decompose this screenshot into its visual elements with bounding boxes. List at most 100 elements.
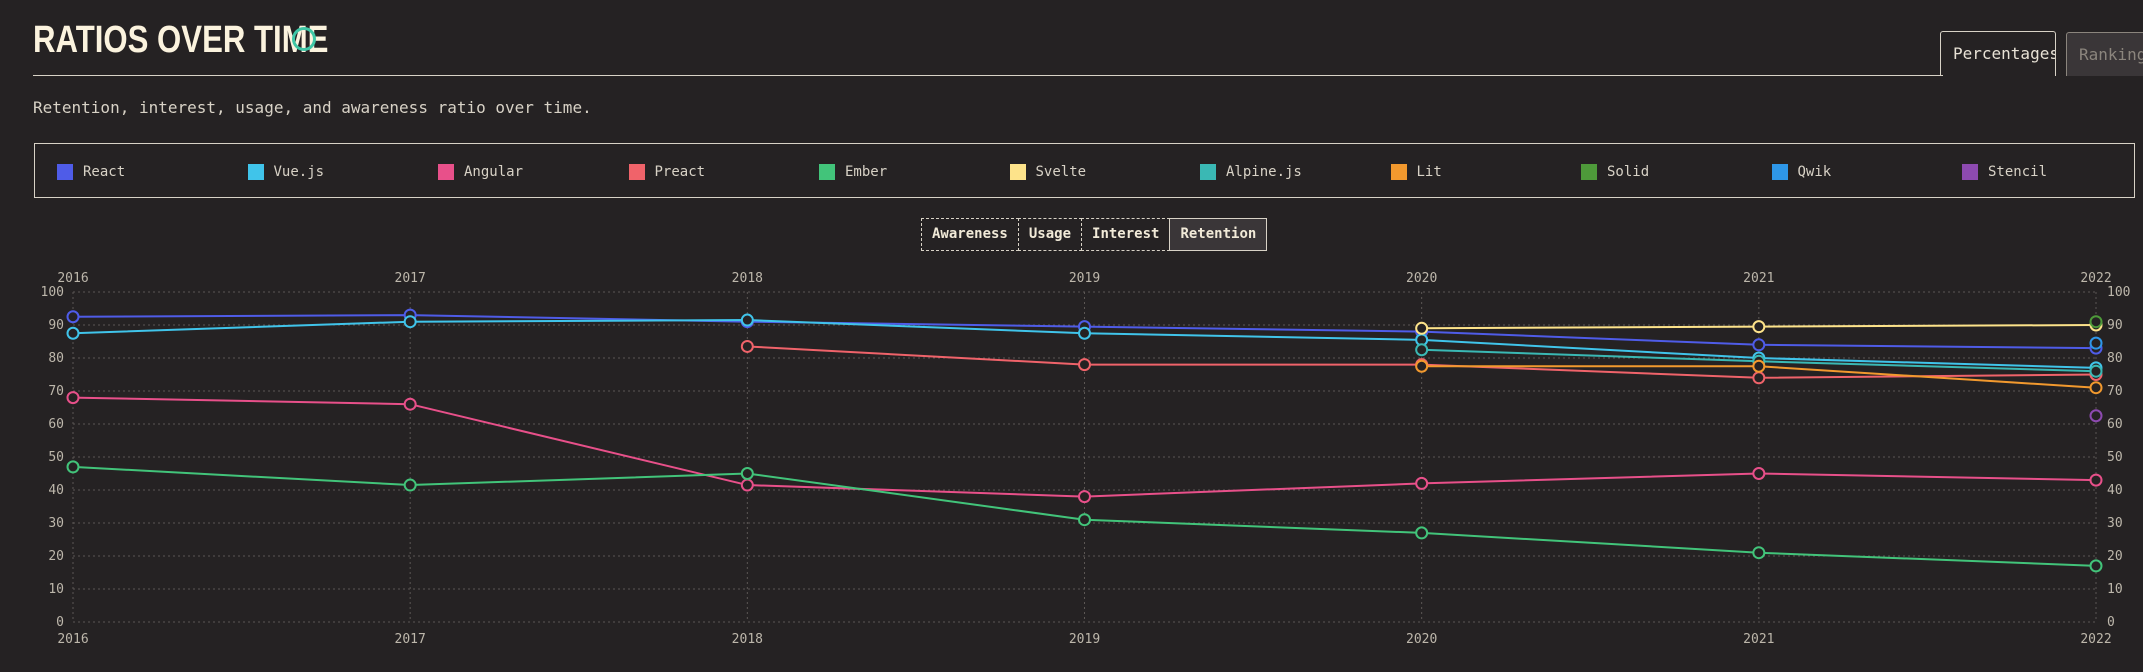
legend-swatch xyxy=(247,164,264,180)
x-tick-label-top: 2018 xyxy=(732,271,763,286)
data-point-svelte xyxy=(1752,320,1766,334)
legend-label: Stencil xyxy=(1988,164,2048,180)
legend-item-ember[interactable]: Ember xyxy=(819,163,887,181)
data-point-angular xyxy=(403,397,417,411)
data-point-angular xyxy=(1752,467,1766,480)
y-tick-label-left: 20 xyxy=(48,549,64,564)
data-point-ember xyxy=(1078,513,1091,527)
x-tick-label-bottom: 2017 xyxy=(395,632,426,647)
x-tick-label-bottom: 2016 xyxy=(57,632,88,647)
legend-label: Alpine.js xyxy=(1226,164,1302,180)
data-point-ember xyxy=(1415,526,1429,540)
tab-percentages[interactable]: Percentages xyxy=(1940,31,2056,76)
filter-interest-button[interactable]: Interest xyxy=(1081,218,1171,251)
data-point-alpine-js xyxy=(2089,364,2103,378)
legend-label: Preact xyxy=(654,164,706,180)
data-point-react xyxy=(66,310,80,324)
data-point-ember xyxy=(66,460,80,474)
data-point-ember xyxy=(1752,546,1766,560)
x-tick-label-bottom: 2020 xyxy=(1406,632,1437,647)
legend-item-qwik[interactable]: Qwik xyxy=(1771,163,1832,181)
y-tick-label-right: 20 xyxy=(2107,549,2123,564)
data-point-angular xyxy=(1415,476,1429,490)
legend-swatch xyxy=(819,164,835,180)
y-tick-label-left: 100 xyxy=(41,285,64,300)
data-point-vue-js xyxy=(740,313,754,327)
legend-item-react[interactable]: React xyxy=(57,163,125,181)
y-tick-label-left: 70 xyxy=(48,384,64,399)
circle-icon xyxy=(292,27,316,51)
data-point-lit xyxy=(1415,359,1429,373)
filter-retention-button[interactable]: Retention xyxy=(1169,218,1268,251)
data-point-vue-js xyxy=(66,326,80,340)
y-tick-label-right: 10 xyxy=(2107,582,2123,597)
legend-item-svelte[interactable]: Svelte xyxy=(1009,163,1087,181)
x-tick-label-bottom: 2018 xyxy=(732,632,763,647)
tab-rankings[interactable]: Rankings xyxy=(2066,32,2143,76)
legend-swatch xyxy=(1581,164,1597,180)
data-point-angular xyxy=(2089,473,2103,487)
data-point-alpine-js xyxy=(1415,343,1429,357)
legend-label: Vue.js xyxy=(273,164,325,180)
legend-label: Ember xyxy=(845,164,888,180)
legend-swatch xyxy=(628,164,645,180)
legend-label: Qwik xyxy=(1797,164,1832,180)
data-point-react xyxy=(1752,338,1766,352)
y-tick-label-right: 50 xyxy=(2107,450,2123,465)
y-tick-label-right: 30 xyxy=(2107,516,2123,531)
legend-item-alpine-js[interactable]: Alpine.js xyxy=(1200,163,1302,181)
legend-item-vue-js[interactable]: Vue.js xyxy=(247,163,325,181)
legend-swatch xyxy=(1390,164,1407,180)
data-point-angular xyxy=(740,478,754,492)
legend-swatch xyxy=(438,164,454,180)
x-tick-label-top: 2022 xyxy=(2080,271,2111,286)
y-tick-label-left: 50 xyxy=(48,450,64,465)
legend-swatch xyxy=(1200,164,1216,180)
x-tick-label-bottom: 2021 xyxy=(1743,632,1774,647)
legend-item-solid[interactable]: Solid xyxy=(1581,163,1649,181)
filter-awareness-button[interactable]: Awareness xyxy=(921,218,1019,251)
legend-item-preact[interactable]: Preact xyxy=(628,163,706,181)
y-tick-label-right: 60 xyxy=(2107,417,2123,432)
filter-usage-button[interactable]: Usage xyxy=(1017,218,1083,251)
y-tick-label-left: 10 xyxy=(48,582,64,597)
x-tick-label-top: 2017 xyxy=(395,271,426,286)
x-tick-label-top: 2021 xyxy=(1743,271,1774,286)
data-point-svelte xyxy=(1415,321,1429,335)
page-title: RATIOS OVER TIME xyxy=(33,19,329,61)
data-point-vue-js xyxy=(403,315,417,329)
data-point-lit xyxy=(1752,359,1766,373)
y-tick-label-right: 90 xyxy=(2107,318,2123,333)
legend-swatch xyxy=(1009,164,1026,180)
legend-label: Solid xyxy=(1607,164,1650,180)
x-tick-label-top: 2019 xyxy=(1069,271,1100,286)
legend-label: Svelte xyxy=(1035,164,1087,180)
metric-filter-group: Awareness Usage Interest Retention xyxy=(921,218,1268,251)
data-point-angular xyxy=(1078,490,1091,504)
y-tick-label-left: 90 xyxy=(48,318,64,333)
data-point-angular xyxy=(66,391,80,405)
y-tick-label-left: 0 xyxy=(56,615,64,630)
data-point-ember xyxy=(403,478,417,492)
legend-item-angular[interactable]: Angular xyxy=(438,163,523,181)
title-divider xyxy=(33,75,1943,76)
data-point-preact xyxy=(740,339,754,353)
page-subtitle: Retention, interest, usage, and awarenes… xyxy=(33,98,592,117)
data-point-preact xyxy=(1078,358,1091,372)
y-tick-label-left: 30 xyxy=(48,516,64,531)
data-point-ember xyxy=(2089,559,2103,573)
y-tick-label-right: 100 xyxy=(2107,285,2130,300)
data-point-stencil xyxy=(2089,409,2103,423)
data-point-solid xyxy=(2089,315,2103,329)
x-tick-label-bottom: 2022 xyxy=(2080,632,2111,647)
x-tick-label-bottom: 2019 xyxy=(1069,632,1100,647)
legend-item-lit[interactable]: Lit xyxy=(1390,163,1442,181)
ratios-line-chart: 0 010 1020 2030 3040 4050 5060 6070 7080 8090 9010… xyxy=(41,271,2131,647)
legend-swatch xyxy=(57,164,73,180)
legend-label: React xyxy=(83,164,126,180)
legend-item-stencil[interactable]: Stencil xyxy=(1962,163,2047,181)
x-tick-label-top: 2016 xyxy=(57,271,88,286)
data-point-preact xyxy=(1752,371,1766,385)
legend-label: Angular xyxy=(464,164,524,180)
y-tick-label-left: 40 xyxy=(48,483,64,498)
